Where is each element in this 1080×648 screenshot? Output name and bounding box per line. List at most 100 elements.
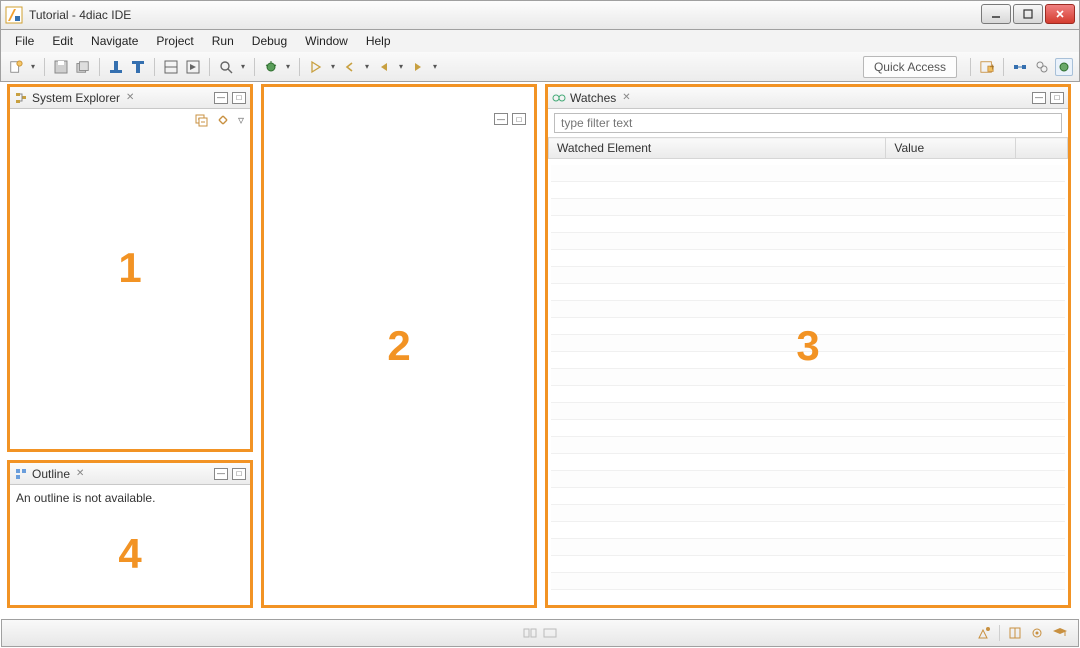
maximize-editor-icon[interactable]: □ <box>512 113 526 125</box>
tip-icon[interactable] <box>977 626 991 640</box>
save-icon[interactable] <box>52 58 70 76</box>
watches-rows <box>551 165 1065 602</box>
outline-title: Outline <box>32 467 70 481</box>
watches-header: Watches ✕ — □ <box>548 87 1068 109</box>
perspective-switcher: + <box>967 58 1073 76</box>
system-icon[interactable] <box>107 58 125 76</box>
minimize-button[interactable] <box>981 4 1011 24</box>
column-value[interactable]: Value <box>886 138 1016 159</box>
close-button[interactable] <box>1045 4 1075 24</box>
outline-empty-message: An outline is not available. <box>10 485 250 511</box>
toolbar-separator <box>970 58 971 76</box>
menu-window[interactable]: Window <box>297 32 356 50</box>
status-separator <box>999 625 1000 641</box>
glasses-icon <box>552 91 566 105</box>
deploy-icon[interactable] <box>184 58 202 76</box>
new-dropdown-icon[interactable]: ▾ <box>29 58 37 76</box>
search-icon[interactable] <box>217 58 235 76</box>
watches-pane: Watches ✕ — □ Watched Element Value 3 <box>545 84 1071 608</box>
toolbar-separator <box>254 58 255 76</box>
toolbar-separator <box>99 58 100 76</box>
back-icon[interactable] <box>341 58 359 76</box>
annotation-number: 2 <box>387 322 410 370</box>
back-nav-dropdown-icon[interactable]: ▾ <box>397 58 405 76</box>
editor-pane: — □ 2 <box>261 84 537 608</box>
perspective-debug-icon[interactable] <box>1055 58 1073 76</box>
link-editor-icon[interactable] <box>216 113 230 127</box>
watches-title: Watches <box>570 91 616 105</box>
status-center-controls <box>523 627 557 639</box>
outline-header: Outline ✕ — □ <box>10 463 250 485</box>
back-nav-icon[interactable] <box>375 58 393 76</box>
app-icon <box>5 6 23 24</box>
save-all-icon[interactable] <box>74 58 92 76</box>
maximize-view-icon[interactable]: □ <box>232 468 246 480</box>
maximize-view-icon[interactable]: □ <box>1050 92 1064 104</box>
forward-nav-icon[interactable] <box>409 58 427 76</box>
perspective-system-icon[interactable] <box>1011 58 1029 76</box>
column-spacer <box>1016 138 1068 159</box>
outline-icon <box>14 467 28 481</box>
client-area: System Explorer ✕ — □ ▿ 1 — □ 2 Watches … <box>1 82 1079 618</box>
open-perspective-icon[interactable]: + <box>978 58 996 76</box>
search-dropdown-icon[interactable]: ▾ <box>239 58 247 76</box>
quick-access-button[interactable]: Quick Access <box>863 56 957 78</box>
outline-pane: Outline ✕ — □ An outline is not availabl… <box>7 460 253 608</box>
graduation-icon[interactable] <box>1052 626 1068 640</box>
svg-text:+: + <box>990 61 994 73</box>
annotation-number: 3 <box>796 322 819 370</box>
system-explorer-toolbar: ▿ <box>10 109 250 131</box>
close-view-icon[interactable]: ✕ <box>76 468 84 479</box>
gear-icon[interactable] <box>1030 626 1044 640</box>
debug-dropdown-icon[interactable]: ▾ <box>284 58 292 76</box>
system-explorer-pane: System Explorer ✕ — □ ▿ 1 <box>7 84 253 452</box>
menu-help[interactable]: Help <box>358 32 399 50</box>
perspective-deploy-icon[interactable] <box>1033 58 1051 76</box>
menu-run[interactable]: Run <box>204 32 242 50</box>
book-icon[interactable] <box>1008 626 1022 640</box>
annotation-number: 1 <box>118 244 141 292</box>
maximize-view-icon[interactable]: □ <box>232 92 246 104</box>
maximize-button[interactable] <box>1013 4 1043 24</box>
menu-edit[interactable]: Edit <box>44 32 81 50</box>
minimize-editor-icon[interactable]: — <box>494 113 508 125</box>
layout-icon[interactable] <box>162 58 180 76</box>
toolbar-separator <box>209 58 210 76</box>
close-view-icon[interactable]: ✕ <box>622 92 630 103</box>
watches-filter-input[interactable] <box>554 113 1062 133</box>
back-dropdown-icon[interactable]: ▾ <box>363 58 371 76</box>
menu-debug[interactable]: Debug <box>244 32 295 50</box>
menubar: File Edit Navigate Project Run Debug Win… <box>0 30 1080 52</box>
run-last-dropdown-icon[interactable]: ▾ <box>329 58 337 76</box>
toolbar-separator <box>154 58 155 76</box>
new-icon[interactable] <box>7 58 25 76</box>
menu-file[interactable]: File <box>7 32 42 50</box>
collapse-all-icon[interactable] <box>194 113 208 127</box>
toolbar-separator <box>1003 58 1004 76</box>
window-titlebar: Tutorial - 4diac IDE <box>0 0 1080 30</box>
view-menu-icon[interactable]: ▿ <box>238 113 244 127</box>
watches-table: Watched Element Value <box>548 137 1068 159</box>
debug-icon[interactable] <box>262 58 280 76</box>
column-watched-element[interactable]: Watched Element <box>549 138 886 159</box>
menu-navigate[interactable]: Navigate <box>83 32 146 50</box>
app-config-icon[interactable] <box>129 58 147 76</box>
toolbar-separator <box>44 58 45 76</box>
minimize-view-icon[interactable]: — <box>1032 92 1046 104</box>
trim-left-icon[interactable] <box>523 627 537 639</box>
window-controls <box>981 4 1075 24</box>
forward-nav-dropdown-icon[interactable]: ▾ <box>431 58 439 76</box>
run-last-icon[interactable] <box>307 58 325 76</box>
window-title: Tutorial - 4diac IDE <box>29 8 131 22</box>
main-toolbar: ▾ ▾ ▾ ▾ ▾ ▾ ▾ Quick Access + <box>0 52 1080 82</box>
system-explorer-title: System Explorer <box>32 91 120 105</box>
annotation-number: 4 <box>118 530 141 578</box>
minimize-view-icon[interactable]: — <box>214 92 228 104</box>
close-view-icon[interactable]: ✕ <box>126 92 134 103</box>
trim-right-icon[interactable] <box>543 627 557 639</box>
statusbar <box>1 619 1079 647</box>
menu-project[interactable]: Project <box>148 32 201 50</box>
minimize-view-icon[interactable]: — <box>214 468 228 480</box>
toolbar-separator <box>299 58 300 76</box>
tree-icon <box>14 91 28 105</box>
